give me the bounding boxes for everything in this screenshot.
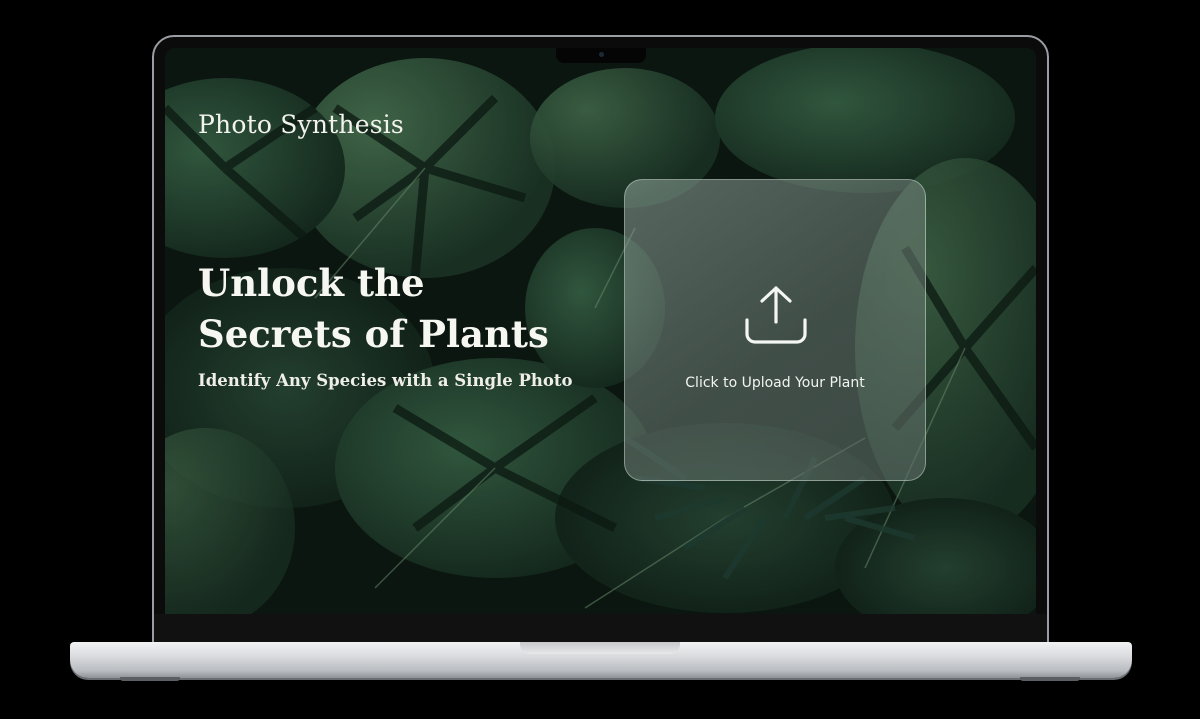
brand-logo-text[interactable]: Photo Synthesis — [198, 110, 404, 139]
laptop-foot-right — [1020, 677, 1080, 681]
camera-notch — [556, 48, 646, 63]
camera-icon — [599, 52, 604, 57]
upload-dropzone[interactable]: Click to Upload Your Plant — [624, 179, 926, 481]
laptop-foot-left — [120, 677, 180, 681]
laptop-bezel-chin — [154, 614, 1047, 642]
laptop-opening-notch — [520, 642, 680, 654]
app-screen: Photo Synthesis Unlock the Secrets of Pl… — [165, 48, 1036, 614]
hero-headline-line-2: Secrets of Plants — [198, 312, 549, 356]
upload-label: Click to Upload Your Plant — [685, 375, 865, 391]
hero-headline-line-1: Unlock the — [198, 261, 425, 305]
hero-subheadline: Identify Any Species with a Single Photo — [198, 371, 573, 390]
upload-icon — [745, 286, 807, 344]
hero-headline: Unlock the Secrets of Plants — [198, 258, 578, 360]
